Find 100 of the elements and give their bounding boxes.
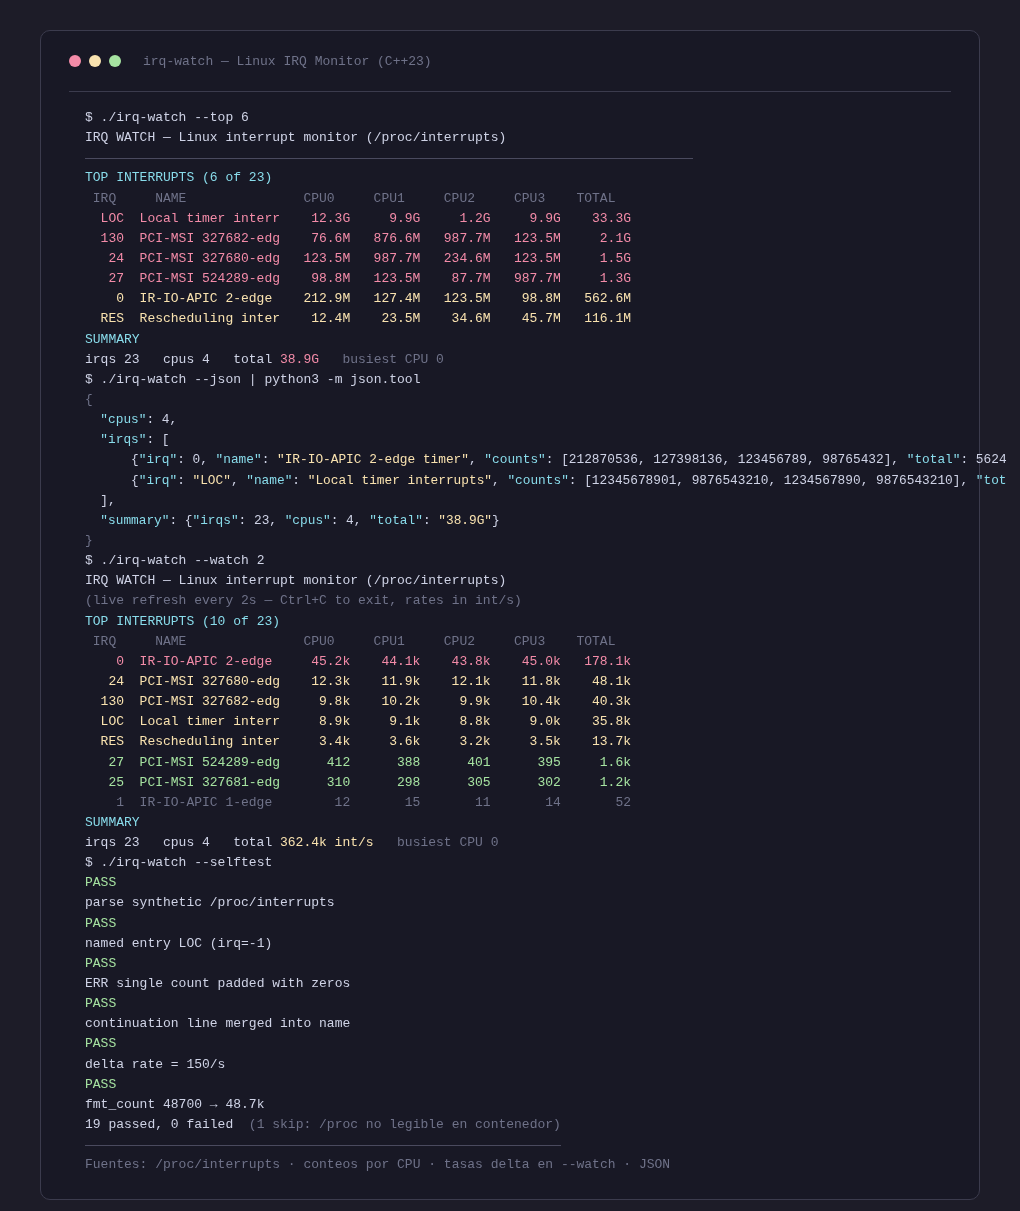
column-header: CPU1 [373, 632, 405, 651]
summary-total: 362.4k int/s [280, 834, 374, 853]
output-line: fmt_count 48700 → 48.7k [85, 1095, 265, 1114]
table-cell-text: 3.4k [319, 733, 351, 752]
table-cell-text: 27 [108, 753, 124, 772]
table-cell-text: 12.1k [451, 672, 491, 691]
table-cell-text: 302 [537, 773, 561, 792]
table-cell-text: 98.8M [311, 270, 351, 289]
table-cell-text: 0 [116, 652, 124, 671]
column-header: CPU2 [443, 632, 476, 651]
table-cell-text: 34.6M [451, 310, 491, 329]
table-cell-text: 8.8k [459, 713, 491, 732]
pass-label: PASS [85, 1075, 117, 1094]
table-cell-text: 33.3G [592, 209, 632, 228]
table-cell-text: 212.9M [303, 290, 351, 309]
table-cell-text: 43.8k [451, 652, 491, 671]
table-cell-text: 178.1k [584, 652, 632, 671]
table-cell-text: 1.5G [599, 250, 632, 268]
table-cell-text: 45.2k [311, 652, 351, 671]
table-cell-text: 987.7M [514, 270, 561, 289]
output-line: IRQ WATCH — Linux interrupt monitor (/proc/interrupts) [85, 129, 507, 148]
table-cell-text: PCI-MSI 327680-edg [139, 672, 281, 691]
table-cell-text: PCI-MSI 524289-edg [139, 270, 281, 289]
table-cell-text: 116.1M [584, 310, 632, 329]
summary-item: cpus 4 [163, 834, 210, 853]
output-line: continuation line merged into name [85, 1015, 351, 1034]
table-cell-text: 87.7M [451, 270, 491, 289]
table-cell-text: 388 [397, 753, 421, 772]
output-line: delta rate = 150/s [85, 1055, 226, 1074]
column-header: TOTAL [576, 189, 616, 208]
column-header: NAME [155, 632, 187, 651]
column-header: IRQ [92, 632, 117, 651]
column-header: IRQ [92, 189, 117, 208]
table-cell-text: 123.5M [514, 229, 561, 248]
window-title: irq-watch — Linux IRQ Monitor (C++23) [143, 53, 432, 69]
section-heading: TOP INTERRUPTS (6 of 23) [85, 169, 273, 188]
table-cell-text: 9.9G [529, 209, 561, 228]
table-cell-text: 9.0k [529, 713, 561, 732]
table-cell-text: 35.8k [592, 713, 632, 732]
output-line: named entry LOC (irq=-1) [85, 934, 273, 953]
table-cell-text: Local timer interr [139, 209, 281, 228]
table-cell-text: Rescheduling inter [139, 310, 281, 329]
table-cell-text: 9.1k [389, 713, 421, 732]
summary-item: busiest CPU 0 [342, 350, 444, 369]
table-cell-text: 98.8M [521, 290, 561, 309]
table-cell-text: 2.1G [599, 229, 632, 248]
table-cell-text: 24 [108, 250, 124, 268]
json-line: "summary": {"irqs": 23, "cpus": 4, "total": "38.9G"} [100, 511, 500, 530]
table-cell-text: PCI-MSI 327680-edg [139, 250, 281, 268]
section-heading: TOP INTERRUPTS (10 of 23) [85, 612, 281, 631]
table-cell-text: 12.3G [311, 209, 351, 228]
command-line: $ ./irq-watch --top 6 [85, 109, 249, 127]
command-line: $ ./irq-watch --json | python3 -m json.tool [85, 370, 421, 389]
table-cell-text: IR-IO-APIC 2-edge [139, 652, 273, 671]
close-button[interactable] [69, 55, 81, 67]
table-cell-text: 12.3k [311, 672, 351, 691]
section-heading: SUMMARY [85, 813, 140, 832]
table-cell-text: 76.6M [311, 229, 351, 248]
result-note: (1 skip: /proc no legible en contenedor) [248, 1116, 561, 1135]
table-cell-text: 9.9G [389, 209, 421, 228]
command-line: $ ./irq-watch --watch 2 [85, 552, 265, 571]
summary-total: 38.9G [280, 350, 320, 369]
table-cell-text: 24 [108, 672, 124, 691]
table-cell-text: 45.0k [521, 652, 561, 671]
pass-label: PASS [85, 954, 117, 973]
summary-item: busiest CPU 0 [397, 834, 499, 853]
table-cell-text: 1.2G [459, 209, 491, 228]
table-cell-text: 27 [108, 270, 124, 289]
table-cell-text: 130 [100, 229, 124, 248]
pass-label: PASS [85, 1035, 117, 1054]
table-cell-text: 0 [116, 290, 124, 309]
table-cell-text: 52 [615, 793, 632, 812]
table-cell-text: 11 [475, 793, 491, 812]
pass-label: PASS [85, 995, 117, 1014]
table-cell-text: 15 [404, 793, 421, 812]
table-cell-text: 234.6M [443, 250, 491, 268]
table-cell-text: 395 [537, 753, 561, 772]
table-cell-text: 1.6k [599, 753, 632, 772]
table-cell-text: 3.6k [389, 733, 421, 752]
table-cell-text: 23.5M [381, 310, 421, 329]
summary-item: irqs 23 [85, 834, 140, 853]
table-cell-text: 45.7M [521, 310, 561, 329]
minimize-button[interactable] [89, 55, 101, 67]
table-cell-text: 987.7M [443, 229, 491, 248]
maximize-button[interactable] [109, 55, 121, 67]
table-cell-text: 40.3k [592, 693, 632, 712]
table-cell-text: 987.7M [373, 250, 421, 268]
table-cell-text: Local timer interr [139, 713, 281, 732]
table-cell-text: 876.6M [373, 229, 421, 248]
pass-label: PASS [85, 874, 117, 893]
table-cell-text: 305 [467, 773, 491, 792]
table-cell-text: PCI-MSI 327682-edg [139, 229, 281, 248]
table-cell-text: 1.2k [599, 773, 632, 792]
table-cell-text: 401 [467, 753, 491, 772]
table-cell-text: 48.1k [592, 672, 632, 691]
table-cell-text: LOC [100, 713, 124, 732]
table-cell-text: 1 [116, 793, 124, 812]
table-cell-text: 14 [545, 793, 561, 812]
table-cell-text: 123.5M [373, 270, 421, 289]
section-heading: SUMMARY [85, 330, 140, 349]
